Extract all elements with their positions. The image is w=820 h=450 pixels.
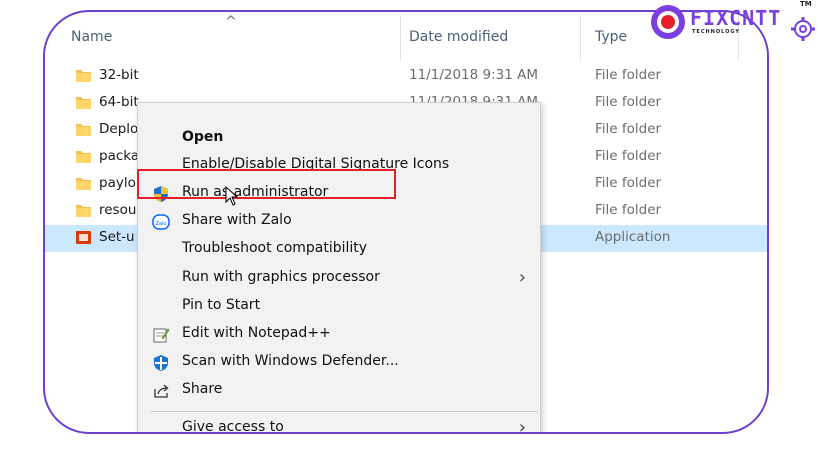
file-type: File folder — [595, 67, 662, 83]
menu-item-share-with-zalo[interactable]: Zalo Share with Zalo — [138, 208, 540, 235]
chevron-right-icon: › — [518, 417, 526, 434]
zalo-icon: Zalo — [152, 214, 170, 230]
menu-item-label: Share with Zalo — [182, 212, 292, 228]
file-name: 64-bit — [99, 94, 139, 110]
highlight-annotation-box — [137, 169, 396, 199]
menu-item-label: Edit with Notepad++ — [182, 325, 331, 341]
sort-ascending-icon: ^ — [225, 14, 237, 30]
menu-item-pin-to-start[interactable]: Pin to Start — [138, 293, 540, 320]
file-type: File folder — [595, 94, 662, 110]
fixcntt-watermark-logo: FIXCNTT TECHNOLOGY TM — [640, 0, 820, 48]
file-date: 11/1/2018 9:31 AM — [409, 67, 539, 83]
column-header-type[interactable]: Type — [595, 29, 627, 45]
menu-item-label: Scan with Windows Defender... — [182, 353, 399, 369]
column-header-name[interactable]: Name — [71, 29, 112, 45]
file-name: 32-bit — [99, 67, 139, 83]
menu-item-run-with-graphics-processor[interactable]: Run with graphics processor › — [138, 265, 540, 292]
menu-item-label: Pin to Start — [182, 297, 261, 313]
context-menu: Open Enable/Disable Digital Signature Ic… — [137, 102, 541, 434]
file-type: File folder — [595, 175, 662, 191]
folder-icon — [76, 178, 91, 190]
watermark-text: FIXCNTT — [690, 6, 782, 30]
menu-item-open[interactable]: Open — [138, 125, 540, 152]
file-name: Deplo — [99, 121, 139, 137]
column-divider[interactable] — [580, 16, 581, 60]
menu-item-edit-with-notepadpp[interactable]: Edit with Notepad++ — [138, 321, 540, 348]
file-type: File folder — [595, 121, 662, 137]
folder-icon — [76, 151, 91, 163]
fixcntt-emblem-icon — [651, 5, 685, 39]
office-setup-icon — [76, 231, 91, 244]
share-icon — [154, 384, 169, 398]
explorer-window-frame: Name ^ Date modified Type 32-bit 11/1/20… — [43, 10, 769, 434]
menu-item-share[interactable]: Share — [138, 377, 540, 404]
gear-icon — [791, 17, 815, 41]
menu-item-label: Open — [182, 129, 224, 145]
watermark-subtext: TECHNOLOGY — [692, 29, 740, 35]
file-row[interactable]: 32-bit 11/1/2018 9:31 AM File folder — [45, 63, 767, 90]
chevron-right-icon: › — [518, 267, 526, 288]
menu-item-troubleshoot-compatibility[interactable]: Troubleshoot compatibility — [138, 236, 540, 263]
column-divider[interactable] — [400, 16, 401, 60]
menu-item-give-access-to[interactable]: Give access to › — [138, 415, 540, 434]
file-type: Application — [595, 229, 671, 245]
menu-item-label: Run with graphics processor — [182, 269, 380, 285]
file-type: File folder — [595, 148, 662, 164]
column-header-date-modified[interactable]: Date modified — [409, 29, 508, 45]
menu-item-label: Share — [182, 381, 223, 397]
file-name: paylo — [99, 175, 136, 191]
folder-icon — [76, 70, 91, 82]
folder-icon — [76, 97, 91, 109]
menu-item-scan-with-windows-defender[interactable]: Scan with Windows Defender... — [138, 349, 540, 376]
file-name: Set-u — [99, 229, 135, 245]
svg-text:Zalo: Zalo — [156, 221, 167, 227]
menu-item-label: Troubleshoot compatibility — [182, 240, 368, 256]
menu-item-label: Give access to — [182, 419, 284, 434]
folder-icon — [76, 124, 91, 136]
folder-icon — [76, 205, 91, 217]
file-name: resou — [99, 202, 137, 218]
notepadpp-icon — [153, 328, 170, 343]
mouse-pointer-icon — [225, 186, 239, 206]
menu-separator — [150, 411, 538, 412]
trademark-symbol: TM — [800, 0, 812, 8]
defender-icon — [154, 355, 168, 371]
file-name: packa — [99, 148, 140, 164]
file-type: File folder — [595, 202, 662, 218]
